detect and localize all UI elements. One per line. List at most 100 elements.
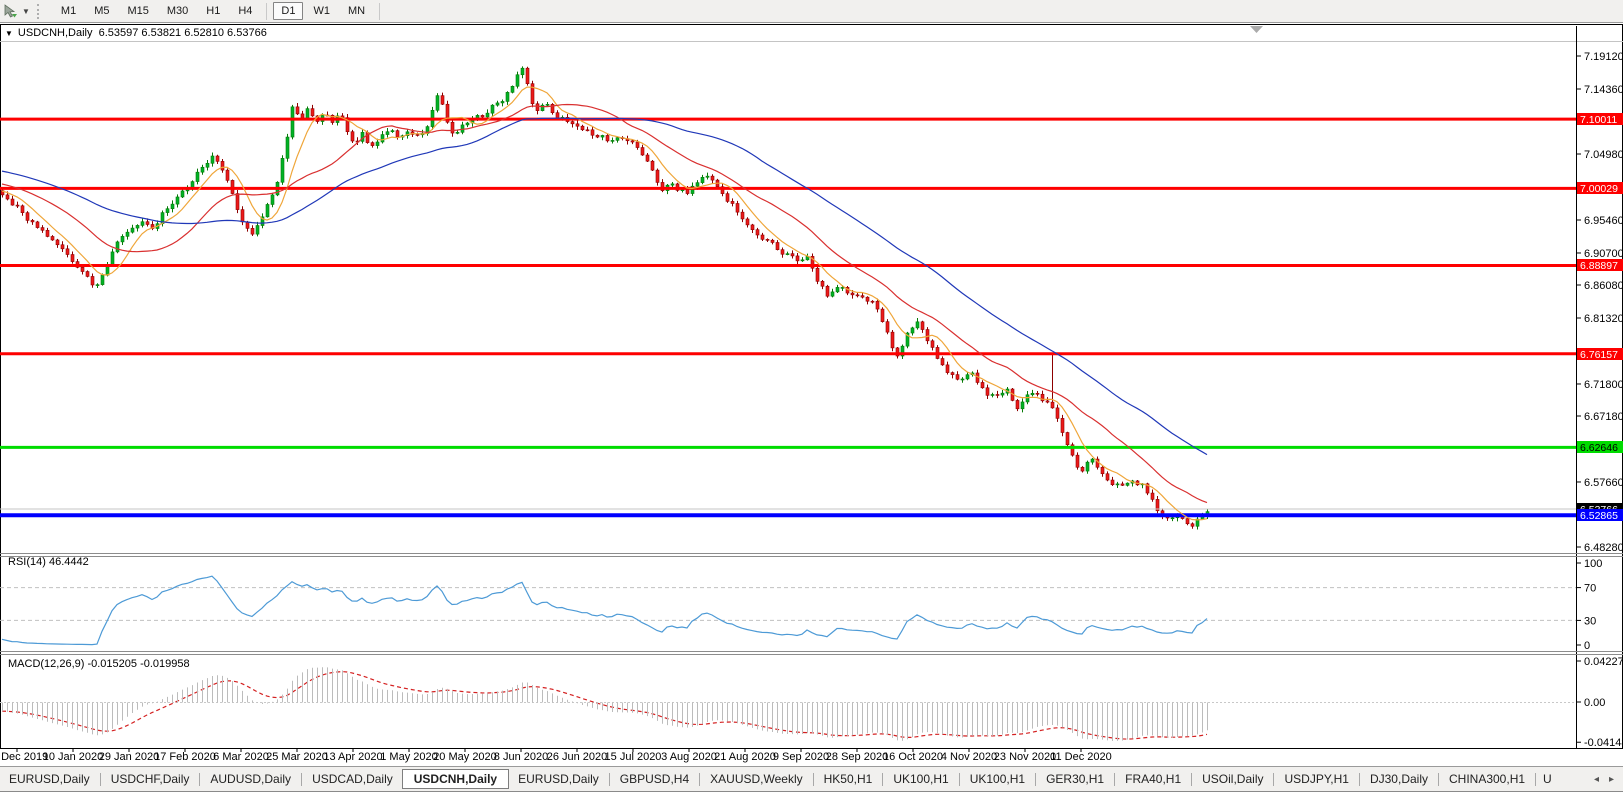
tab-divider: [882, 772, 884, 786]
tab-divider: [1438, 772, 1439, 786]
tab-eurusd-daily[interactable]: EURUSD,Daily: [509, 770, 608, 788]
svg-text:100: 100: [1584, 558, 1602, 570]
svg-text:-0.04148: -0.04148: [1584, 737, 1623, 749]
date-label: 23 Nov 2020: [994, 751, 1056, 763]
tab-divider: [608, 772, 610, 786]
tab-divider: [99, 772, 101, 786]
ma-fast-line: [1, 86, 1208, 521]
tab-u[interactable]: U: [1537, 770, 1555, 788]
date-label: 23 Dec 2019: [0, 751, 48, 763]
date-label: 8 Jun 2020: [494, 751, 548, 763]
tab-divider: [1191, 772, 1193, 786]
date-axis[interactable]: 23 Dec 201910 Jan 202029 Jan 202017 Feb …: [0, 749, 1112, 763]
chart-shift-triangle-icon[interactable]: [1250, 26, 1263, 33]
date-label: 26 Jun 2020: [547, 751, 608, 763]
macd-panel: 0.042275 0.00 -0.04148: [0, 656, 1623, 749]
svg-text:6.86080: 6.86080: [1584, 280, 1623, 292]
date-label: 25 Mar 2020: [266, 751, 328, 763]
price-axis[interactable]: 7.19120 7.14360 7.04980 6.95460 6.90700 6.860…: [1576, 51, 1623, 554]
tab-divider: [1114, 772, 1116, 786]
tab-eurusd-daily[interactable]: EURUSD,Daily: [0, 770, 99, 788]
chart-window-frame: [0, 24, 1623, 749]
tab-usdcnh-daily[interactable]: USDCNH,Daily: [401, 769, 510, 789]
svg-text:0.042275: 0.042275: [1584, 656, 1623, 668]
tab-scroll-right-button[interactable]: ▸: [1604, 774, 1619, 785]
tab-fra40-h1[interactable]: FRA40,H1: [1116, 770, 1190, 788]
macd-indicator-label: MACD(12,26,9) -0.015205 -0.019958: [8, 658, 190, 670]
date-label: 15 Jul 2020: [605, 751, 662, 763]
tab-usdcad-daily[interactable]: USDCAD,Daily: [303, 770, 402, 788]
date-label: 16 Oct 2020: [883, 751, 943, 763]
date-label: 17 Feb 2020: [154, 751, 216, 763]
date-label: 1 May 2020: [380, 751, 437, 763]
date-label: 21 Aug 2020: [714, 751, 776, 763]
ma-slow-line: [1, 117, 1208, 456]
svg-text:6.62646: 6.62646: [1580, 442, 1618, 454]
rsi-line: [1, 575, 1208, 646]
tab-china300-h1[interactable]: CHINA300,H1: [1440, 770, 1534, 788]
svg-text:0.00: 0.00: [1584, 697, 1605, 709]
price-badge-6.62646: 6.62646: [1577, 441, 1623, 454]
symbol-tab-bar: EURUSD,Daily USDCHF,Daily AUDUSD,Daily USDC…: [0, 766, 1623, 792]
tab-divider: [301, 772, 303, 786]
ma-mid-line: [1, 103, 1208, 504]
collapse-triangle-icon[interactable]: ▼: [5, 29, 13, 38]
tab-hk50-h1[interactable]: HK50,H1: [815, 770, 882, 788]
tab-uk100-h1[interactable]: UK100,H1: [961, 770, 1034, 788]
svg-text:6.90700: 6.90700: [1584, 248, 1623, 260]
svg-text:6.57660: 6.57660: [1584, 477, 1623, 489]
tab-divider: [199, 772, 201, 786]
price-badge-7.00029: 7.00029: [1577, 182, 1623, 195]
tab-ger30-h1[interactable]: GER30,H1: [1037, 770, 1113, 788]
tab-divider: [1535, 772, 1537, 786]
svg-text:7.04980: 7.04980: [1584, 149, 1623, 161]
svg-text:7.14360: 7.14360: [1584, 84, 1623, 96]
svg-text:6.81320: 6.81320: [1584, 313, 1623, 325]
date-label: 6 Mar 2020: [213, 751, 269, 763]
svg-text:7.10011: 7.10011: [1580, 114, 1617, 126]
price-badge-6.76157: 6.76157: [1577, 348, 1623, 361]
svg-text:6.48280: 6.48280: [1584, 542, 1623, 554]
svg-text:7.19120: 7.19120: [1584, 51, 1623, 63]
date-label: 29 Jan 2020: [99, 751, 160, 763]
horizontal-price-lines[interactable]: [0, 117, 1576, 518]
tab-audusd-daily[interactable]: AUDUSD,Daily: [201, 770, 300, 788]
tab-gbpusd-h4[interactable]: GBPUSD,H4: [611, 770, 698, 788]
date-label: 11 Dec 2020: [1050, 751, 1112, 763]
tab-usdjpy-h1[interactable]: USDJPY,H1: [1275, 770, 1357, 788]
tab-divider: [1035, 772, 1037, 786]
tab-scroll-left-button[interactable]: ◂: [1589, 774, 1604, 785]
date-label: 9 Sep 2020: [773, 751, 829, 763]
tab-divider: [958, 772, 960, 786]
macd-histogram: [2, 667, 1208, 741]
date-label: 13 Apr 2020: [323, 751, 382, 763]
price-badge-6.52865: 6.52865: [1577, 509, 1623, 522]
tab-usoil-daily[interactable]: USOil,Daily: [1193, 770, 1272, 788]
tab-xauusd-weekly[interactable]: XAUUSD,Weekly: [701, 770, 811, 788]
svg-text:7.00029: 7.00029: [1580, 183, 1618, 195]
svg-text:6.95460: 6.95460: [1584, 215, 1623, 227]
svg-text:70: 70: [1584, 583, 1596, 595]
price-badge-6.88897: 6.88897: [1577, 259, 1623, 272]
chart-title: ▼ USDCNH,Daily 6.53597 6.53821 6.52810 6.…: [5, 27, 267, 39]
tab-uk100-h1[interactable]: UK100,H1: [884, 770, 957, 788]
svg-text:6.76157: 6.76157: [1580, 349, 1618, 361]
svg-text:6.71800: 6.71800: [1584, 379, 1623, 391]
rsi-panel: 100 70 30 0: [0, 558, 1602, 652]
tab-divider: [1358, 772, 1360, 786]
macd-signal-line: [1, 670, 1208, 740]
date-label: 28 Sep 2020: [826, 751, 888, 763]
chart-title-text: USDCNH,Daily 6.53597 6.53821 6.52810 6.5…: [17, 27, 267, 39]
svg-text:6.67180: 6.67180: [1584, 411, 1623, 423]
svg-text:6.52865: 6.52865: [1580, 510, 1618, 522]
svg-text:6.88897: 6.88897: [1580, 260, 1618, 272]
date-label: 4 Nov 2020: [941, 751, 997, 763]
chart-canvas[interactable]: 7.19120 7.14360 7.04980 6.95460 6.90700 6.860…: [0, 0, 1623, 792]
tab-dj30-daily[interactable]: DJ30,Daily: [1361, 770, 1437, 788]
candles-layer: [0, 66, 1210, 530]
date-label: 3 Aug 2020: [661, 751, 717, 763]
svg-text:30: 30: [1584, 615, 1596, 627]
svg-text:0: 0: [1584, 640, 1590, 652]
rsi-indicator-label: RSI(14) 46.4442: [8, 556, 89, 568]
tab-usdchf-daily[interactable]: USDCHF,Daily: [102, 770, 199, 788]
